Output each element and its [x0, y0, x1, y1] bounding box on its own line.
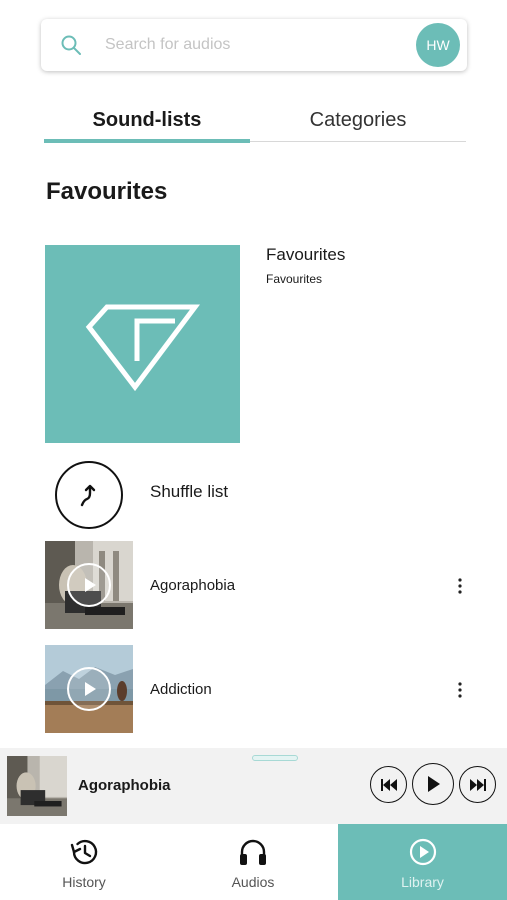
nav-history[interactable]: History — [0, 824, 168, 900]
shuffle-button[interactable] — [55, 461, 123, 529]
track-thumbnail[interactable] — [45, 645, 133, 733]
skip-previous-button[interactable] — [370, 766, 407, 803]
nav-audios[interactable]: Audios — [168, 824, 338, 900]
nav-history-label: History — [62, 874, 106, 890]
mini-player[interactable]: Agoraphobia — [0, 748, 507, 824]
playlist-name: Favourites — [266, 245, 346, 264]
drag-handle[interactable] — [252, 755, 298, 761]
tab-categories[interactable]: Categories — [250, 98, 466, 142]
play-icon — [85, 682, 96, 696]
shuffle-label[interactable]: Shuffle list — [150, 482, 228, 502]
play-icon — [85, 578, 96, 592]
search-bar: HW — [41, 19, 467, 71]
skip-next-button[interactable] — [459, 766, 496, 803]
play-button[interactable] — [67, 667, 111, 711]
shuffle-icon — [80, 484, 96, 507]
play-button[interactable] — [67, 563, 111, 607]
track-row[interactable]: Addiction — [45, 645, 475, 733]
track-row[interactable]: Agoraphobia — [45, 541, 475, 629]
section-title: Favourites — [46, 178, 168, 205]
history-icon — [70, 839, 98, 865]
track-photo — [7, 756, 67, 816]
search-icon[interactable] — [60, 34, 82, 56]
nav-library-label: Library — [401, 874, 444, 890]
active-tab-indicator — [44, 139, 250, 143]
skip-previous-icon — [380, 778, 397, 791]
diamond-logo-icon — [85, 304, 200, 391]
nav-library[interactable]: Library — [338, 824, 507, 900]
nav-audios-label: Audios — [231, 874, 275, 890]
track-thumbnail[interactable] — [45, 541, 133, 629]
play-pause-button[interactable] — [412, 763, 454, 805]
play-circle-icon — [409, 838, 436, 866]
playlist-cover[interactable] — [45, 245, 240, 443]
tab-sound-lists[interactable]: Sound-lists — [44, 98, 250, 143]
now-playing-thumbnail — [7, 756, 67, 816]
more-vertical-icon[interactable] — [457, 681, 463, 699]
track-title: Addiction — [150, 681, 212, 698]
bottom-navigation: History Audios Library — [0, 824, 507, 900]
headphones-icon — [240, 839, 266, 865]
avatar[interactable]: HW — [416, 23, 460, 67]
more-vertical-icon[interactable] — [457, 577, 463, 595]
playlist-subtitle: Favourites — [266, 272, 323, 286]
tab-bar: Sound-lists Categories — [44, 98, 466, 143]
play-icon — [428, 776, 440, 792]
tab-categories-label: Categories — [309, 108, 407, 131]
now-playing-title: Agoraphobia — [78, 777, 171, 794]
skip-next-icon — [469, 778, 486, 791]
search-input[interactable] — [105, 32, 405, 58]
tab-sound-lists-label: Sound-lists — [92, 108, 202, 131]
track-title: Agoraphobia — [150, 577, 236, 594]
